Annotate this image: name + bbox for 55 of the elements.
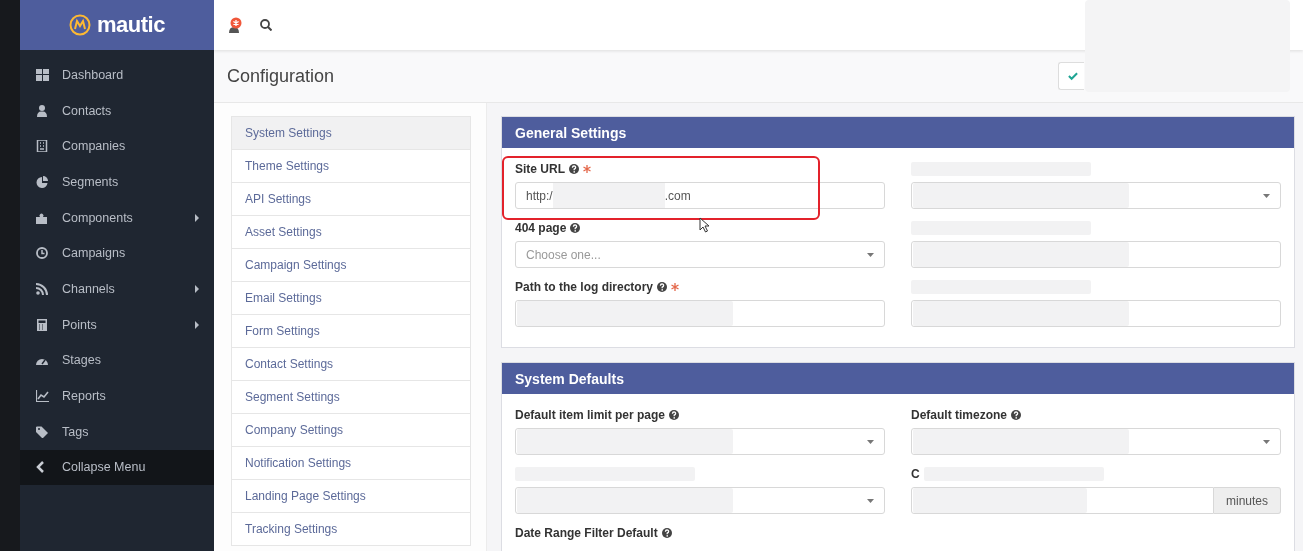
field-label: Default timezone <box>911 408 1007 422</box>
dashboard-icon <box>36 68 49 81</box>
search-icon <box>260 19 272 31</box>
mouse-pointer-icon <box>699 217 710 233</box>
settings-nav-item[interactable]: System Settings <box>232 117 470 150</box>
field-label: 404 page <box>515 221 567 235</box>
text-field[interactable] <box>911 241 1281 268</box>
field-label: Site URL <box>515 162 565 176</box>
sidebar-item[interactable]: Segments <box>20 164 214 200</box>
brand-name: mautic <box>97 12 165 38</box>
building-icon <box>36 140 49 153</box>
text-field[interactable] <box>911 487 1214 514</box>
sidebar-item[interactable]: Components <box>20 199 214 236</box>
sidebar-item[interactable]: Dashboard <box>20 57 214 93</box>
select-field[interactable] <box>911 182 1281 209</box>
text-field[interactable]: http:/ .com <box>515 182 885 209</box>
user-icon <box>36 104 49 117</box>
page-title: Configuration <box>227 65 335 87</box>
notification-bell-icon <box>226 16 242 34</box>
section-header: System Defaults <box>502 363 1294 394</box>
sidebar-item[interactable]: Points <box>20 306 214 343</box>
caret-icon <box>867 439 874 444</box>
unit-addon: minutes <box>1213 487 1281 514</box>
sidebar-item[interactable]: Stages <box>20 342 214 379</box>
caret-icon <box>1263 439 1270 444</box>
sidebar-item[interactable]: Reports <box>20 378 214 414</box>
field-label: Path to the log directory <box>515 280 653 294</box>
text-field[interactable] <box>911 300 1281 327</box>
caret-icon <box>1263 193 1270 198</box>
checkmark-icon <box>1068 71 1078 81</box>
calculator-icon <box>36 318 49 331</box>
text-field[interactable] <box>515 300 885 327</box>
select-field[interactable]: Choose one... <box>515 241 885 268</box>
rss-icon <box>36 282 49 295</box>
collapse-menu-item[interactable]: Collapse Menu <box>20 449 214 486</box>
sidebar-item[interactable]: Companies <box>20 128 214 165</box>
caret-icon <box>867 498 874 503</box>
logo-icon <box>69 14 92 36</box>
select-field[interactable] <box>515 428 885 455</box>
tag-icon <box>36 425 49 438</box>
sidebar-item[interactable]: Campaigns <box>20 235 214 272</box>
caret-icon <box>867 252 874 257</box>
sidebar-item[interactable]: Tags <box>20 413 214 450</box>
select-field[interactable] <box>515 487 885 514</box>
sidebar-item[interactable]: Contacts <box>20 92 214 129</box>
line-chart-icon <box>36 390 49 403</box>
field-label: Date Range Filter Default <box>515 526 658 540</box>
select-field[interactable] <box>911 428 1281 455</box>
field-label: C <box>911 467 920 481</box>
save-button[interactable] <box>1058 62 1084 90</box>
clock-icon <box>36 247 49 260</box>
sidebar-item[interactable]: Channels <box>20 271 214 307</box>
field-label: Default item limit per page <box>515 408 666 422</box>
pie-chart-icon <box>36 175 49 188</box>
section-header: General Settings <box>502 117 1294 148</box>
